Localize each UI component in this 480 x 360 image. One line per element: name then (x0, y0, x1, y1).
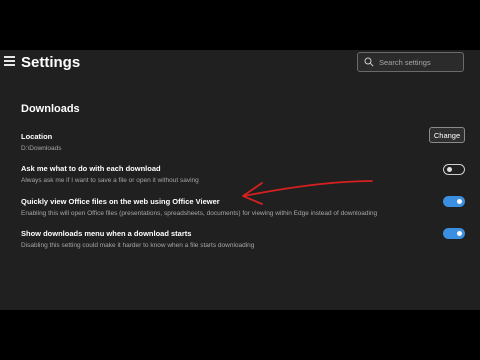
toggle-ask-download[interactable] (443, 164, 465, 175)
section-title-downloads: Downloads (21, 103, 80, 115)
setting-title-downloads-menu: Show downloads menu when a download star… (21, 229, 192, 238)
location-path: D:\Downloads (21, 145, 62, 152)
search-icon (364, 57, 374, 67)
setting-desc-office-viewer: Enabling this will open Office files (pr… (21, 210, 378, 217)
toggle-office-viewer[interactable] (443, 196, 465, 207)
setting-title-ask-download: Ask me what to do with each download (21, 164, 161, 173)
search-box[interactable] (357, 52, 464, 72)
page-title: Settings (21, 54, 81, 71)
setting-desc-downloads-menu: Disabling this setting could make it har… (21, 242, 255, 249)
setting-title-office-viewer: Quickly view Office files on the web usi… (21, 197, 220, 206)
search-input[interactable] (379, 55, 461, 69)
setting-desc-ask-download: Always ask me if I want to save a file o… (21, 177, 199, 184)
location-label: Location (21, 132, 53, 141)
top-bar: Settings (0, 50, 480, 78)
toggle-downloads-menu[interactable] (443, 228, 465, 239)
change-location-button[interactable]: Change (429, 127, 465, 143)
hamburger-menu-icon[interactable] (4, 56, 15, 68)
settings-window: Settings Downloads Location D:\Downloads… (0, 50, 480, 310)
